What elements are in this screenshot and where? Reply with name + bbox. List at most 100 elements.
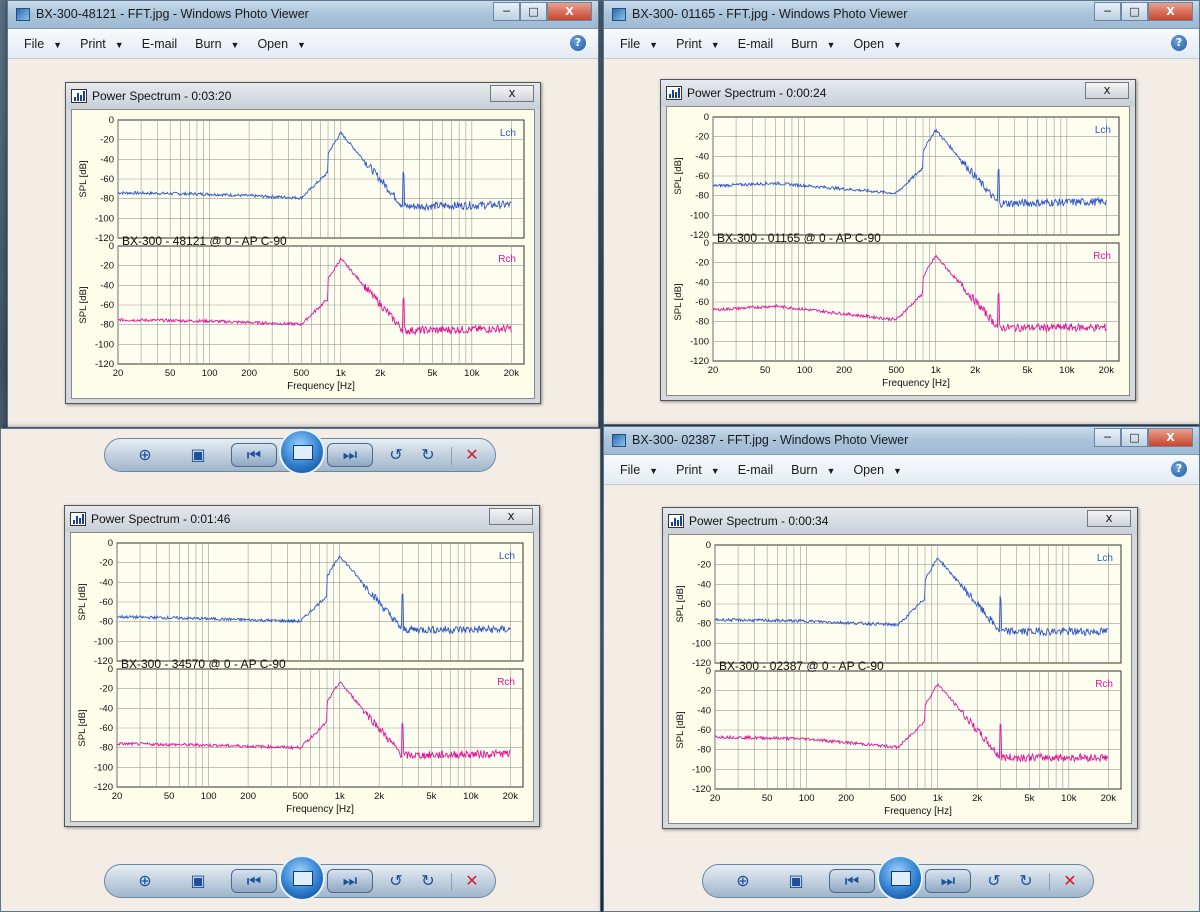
rotate-left-icon[interactable]: ↺ (983, 870, 1005, 892)
chevron-down-icon: ▼ (893, 465, 902, 476)
close-button[interactable]: X (1148, 428, 1193, 447)
rotate-right-icon[interactable]: ↻ (417, 444, 439, 466)
y-axis-label: SPL [dB] (77, 583, 88, 620)
y-tick-label: -20 (697, 686, 711, 697)
photo-viewer-window-1: BX-300-48121 - FFT.jpg - Windows Photo V… (7, 0, 599, 428)
y-tick-label: -80 (100, 194, 114, 205)
recording-label: BX-300 - 34570 @ 0 - AP C-90 (121, 657, 286, 671)
y-tick-label: 0 (706, 666, 711, 677)
help-icon[interactable]: ? (1171, 461, 1187, 477)
title-bar[interactable]: BX-300- 01165 - FFT.jpg - Windows Photo … (604, 1, 1199, 29)
delete-icon[interactable]: ✕ (1059, 870, 1081, 892)
power-spectrum-titlebar[interactable]: Power Spectrum - 0:00:34 x (663, 508, 1137, 534)
menu-email[interactable]: E-mail (738, 37, 773, 51)
y-tick-label: -60 (100, 174, 114, 185)
menu-open[interactable]: Open ▼ (257, 37, 306, 51)
menu-print[interactable]: Print ▼ (80, 37, 124, 51)
actual-size-icon[interactable]: ▣ (785, 870, 807, 892)
y-tick-label: -40 (695, 277, 709, 288)
y-tick-label: -40 (99, 577, 113, 588)
image-area: Power Spectrum - 0:00:34 x 0 -20 -40 -60 -80 -1… (604, 485, 1199, 847)
x-tick-label: 2k (375, 368, 385, 379)
power-spectrum-panel: Power Spectrum - 0:00:24 x 0 -20 -40 -60 -80 -1… (660, 79, 1136, 401)
close-button[interactable]: x (1087, 510, 1131, 527)
minimize-button[interactable]: ─ (1094, 2, 1121, 21)
y-tick-label: -60 (99, 723, 113, 734)
spectrum-plot-area: 0 -20 -40 -60 -80 -100 -120 SPL [dB] Lch 0 -20 -40 -… (666, 106, 1130, 396)
window-title: BX-300- 02387 - FFT.jpg - Windows Photo … (632, 433, 909, 447)
y-tick-label: -100 (692, 764, 711, 775)
power-spectrum-titlebar[interactable]: Power Spectrum - 0:00:24 x (661, 80, 1135, 106)
menu-burn[interactable]: Burn ▼ (791, 463, 835, 477)
actual-size-icon[interactable]: ▣ (187, 444, 209, 466)
delete-icon[interactable]: ✕ (461, 444, 483, 466)
channel-label: Lch (500, 128, 516, 139)
y-axis-label: SPL [dB] (78, 160, 89, 197)
menu-open[interactable]: Open ▼ (853, 37, 902, 51)
power-spectrum-titlebar[interactable]: Power Spectrum - 0:03:20 x (66, 83, 540, 109)
y-tick-label: -60 (695, 297, 709, 308)
x-tick-label: 5k (1022, 365, 1032, 376)
slideshow-button[interactable] (279, 429, 325, 475)
power-spectrum-panel: Power Spectrum - 0:00:34 x 0 -20 -40 -60 -80 -1… (662, 507, 1138, 829)
maximize-button[interactable]: □ (1121, 2, 1148, 21)
menu-print[interactable]: Print ▼ (676, 37, 720, 51)
menu-open[interactable]: Open ▼ (853, 463, 902, 477)
close-button[interactable]: x (1085, 82, 1129, 99)
recording-label: BX-300 - 02387 @ 0 - AP C-90 (719, 659, 884, 673)
menu-burn[interactable]: Burn ▼ (791, 37, 835, 51)
close-button[interactable]: x (490, 85, 534, 102)
zoom-icon[interactable]: ⊕ (129, 444, 161, 466)
menu-email[interactable]: E-mail (142, 37, 177, 51)
y-tick-label: -40 (697, 579, 711, 590)
menu-print[interactable]: Print ▼ (676, 463, 720, 477)
x-axis-label: Frequency [Hz] (882, 378, 950, 389)
close-button[interactable]: x (489, 508, 533, 525)
y-tick-label: -20 (695, 258, 709, 269)
rotate-left-icon[interactable]: ↺ (385, 870, 407, 892)
slideshow-button[interactable] (279, 855, 325, 901)
maximize-button[interactable]: □ (1121, 428, 1148, 447)
channel-label: Lch (499, 551, 515, 562)
y-axis-label: SPL [dB] (77, 709, 88, 746)
title-bar[interactable]: BX-300-48121 - FFT.jpg - Windows Photo V… (8, 1, 598, 29)
x-tick-label: 100 (202, 368, 218, 379)
maximize-button[interactable]: □ (520, 2, 547, 21)
menu-burn[interactable]: Burn ▼ (195, 37, 239, 51)
y-tick-label: -120 (95, 359, 114, 370)
delete-icon[interactable]: ✕ (461, 870, 483, 892)
menu-file[interactable]: File ▼ (620, 37, 658, 51)
y-tick-label: -60 (99, 597, 113, 608)
y-tick-label: -40 (100, 154, 114, 165)
y-tick-label: -20 (100, 135, 114, 146)
help-icon[interactable]: ? (570, 35, 586, 51)
actual-size-icon[interactable]: ▣ (187, 870, 209, 892)
close-button[interactable]: X (1148, 2, 1193, 21)
y-tick-label: -100 (95, 339, 114, 350)
rotate-right-icon[interactable]: ↻ (1015, 870, 1037, 892)
menu-file[interactable]: File ▼ (24, 37, 62, 51)
y-tick-label: -80 (99, 617, 113, 628)
slideshow-button[interactable] (877, 855, 923, 901)
help-icon[interactable]: ? (1171, 35, 1187, 51)
x-axis-label: Frequency [Hz] (286, 804, 354, 815)
x-tick-label: 1k (933, 793, 943, 804)
y-tick-label: -60 (100, 300, 114, 311)
minimize-button[interactable]: ─ (1094, 428, 1121, 447)
zoom-icon[interactable]: ⊕ (727, 870, 759, 892)
rotate-left-icon[interactable]: ↺ (385, 444, 407, 466)
title-bar[interactable]: BX-300- 02387 - FFT.jpg - Windows Photo … (604, 427, 1199, 455)
menu-file[interactable]: File ▼ (620, 463, 658, 477)
menu-email[interactable]: E-mail (738, 463, 773, 477)
minimize-button[interactable]: ─ (493, 2, 520, 21)
zoom-icon[interactable]: ⊕ (129, 870, 161, 892)
previous-icon: ⏮ (246, 445, 262, 464)
window-title: BX-300-48121 - FFT.jpg - Windows Photo V… (36, 7, 309, 21)
channel-label: Rch (1095, 679, 1113, 690)
rotate-right-icon[interactable]: ↻ (417, 870, 439, 892)
close-button[interactable]: X (547, 2, 592, 21)
photo-viewer-icon (612, 8, 626, 21)
y-tick-label: -80 (695, 317, 709, 328)
y-tick-label: -60 (697, 599, 711, 610)
power-spectrum-titlebar[interactable]: Power Spectrum - 0:01:46 x (65, 506, 539, 532)
